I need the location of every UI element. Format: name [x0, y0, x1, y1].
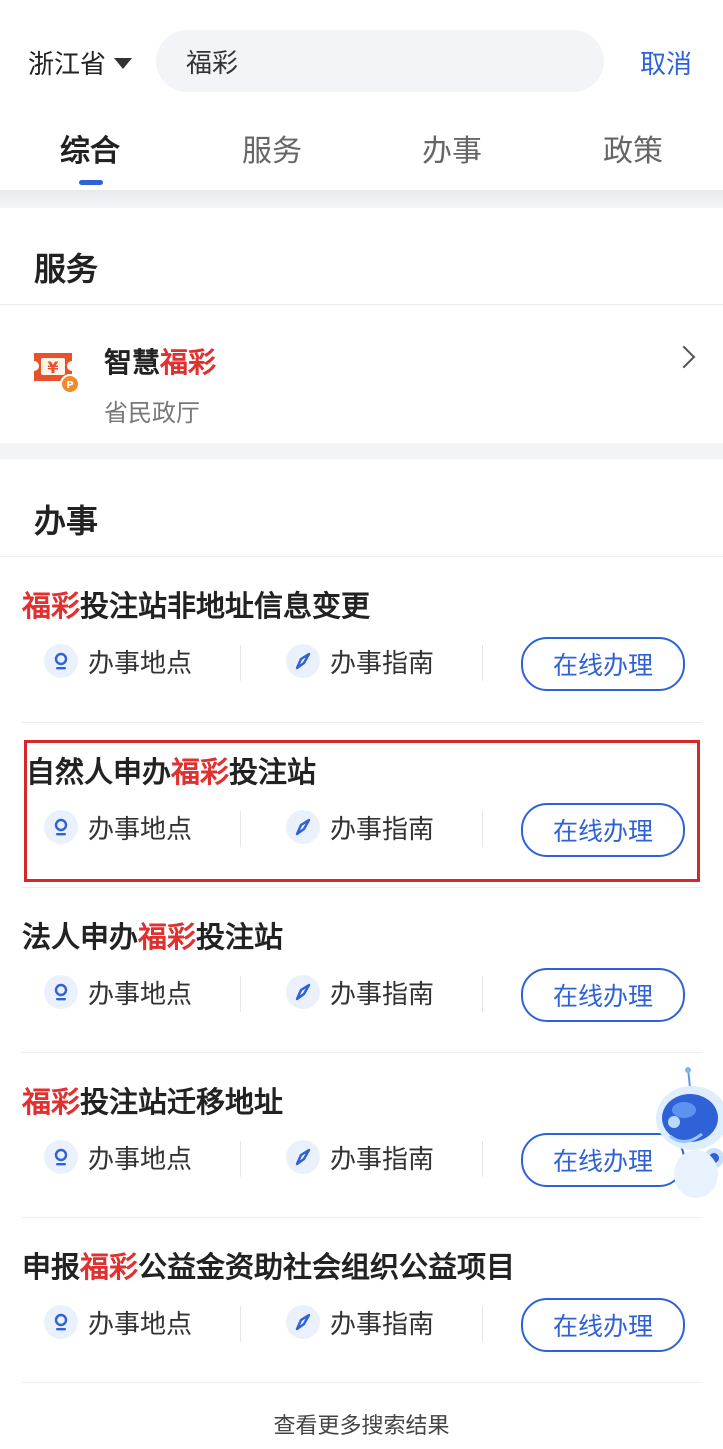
separator: [482, 645, 483, 681]
location-pin-icon: [44, 644, 78, 678]
tab-policy[interactable]: 政策: [603, 126, 663, 170]
assistant-robot-icon[interactable]: [644, 1066, 723, 1206]
guide-link[interactable]: 办事指南: [286, 637, 434, 685]
online-process-button[interactable]: 在线办理: [521, 637, 685, 691]
guide-link[interactable]: 办事指南: [286, 968, 434, 1016]
guide-label: 办事指南: [330, 648, 435, 679]
location-label: 办事地点: [88, 979, 193, 1010]
separator: [240, 1141, 241, 1177]
affair-item[interactable]: 法人申办福彩投注站 办事地点 办事指南 在线办理: [0, 888, 723, 1053]
location-label: 办事地点: [88, 1144, 193, 1175]
chevron-right-icon: [672, 345, 696, 369]
tab-services[interactable]: 服务: [242, 126, 302, 170]
separator: [482, 1141, 483, 1177]
tab-comprehensive[interactable]: 综合: [60, 126, 120, 170]
region-selector[interactable]: 浙江省: [28, 44, 133, 81]
service-item[interactable]: ¥ P 智慧福彩 省民政厅: [0, 305, 723, 443]
service-department: 省民政厅: [104, 399, 200, 427]
separator: [240, 976, 241, 1012]
section-gap: [0, 443, 723, 459]
guide-label: 办事指南: [330, 1144, 435, 1175]
header-shadow: [0, 190, 723, 208]
affair-item[interactable]: 申报福彩公益金资助社会组织公益项目 办事地点 办事指南 在线办理: [0, 1218, 723, 1383]
svg-text:P: P: [66, 380, 73, 391]
service-section-title: 服务: [34, 250, 99, 288]
service-name: 智慧福彩: [104, 341, 216, 381]
keyword-highlight: 福彩: [80, 1250, 139, 1284]
keyword-highlight: 福彩: [138, 920, 197, 954]
svg-text:¥: ¥: [47, 358, 58, 377]
compass-icon: [286, 644, 320, 678]
separator: [240, 1306, 241, 1342]
location-label: 办事地点: [88, 1309, 193, 1340]
guide-label: 办事指南: [330, 979, 435, 1010]
compass-icon: [286, 1305, 320, 1339]
affairs-section-title: 办事: [34, 502, 99, 540]
affair-title: 福彩投注站非地址信息变更: [22, 583, 370, 625]
annotation-highlight-box: [24, 740, 700, 882]
online-process-button[interactable]: 在线办理: [521, 968, 685, 1022]
active-tab-indicator: [79, 180, 103, 185]
compass-icon: [286, 1140, 320, 1174]
location-pin-icon: [44, 1305, 78, 1339]
affair-title-prefix: 申报: [22, 1250, 81, 1284]
affair-item[interactable]: 福彩投注站非地址信息变更 办事地点 办事指南 在线办理: [0, 557, 723, 722]
location-link[interactable]: 办事地点: [44, 637, 192, 685]
affair-title-suffix: 公益金资助社会组织公益项目: [138, 1250, 516, 1284]
caret-down-icon: [114, 58, 133, 69]
keyword-highlight: 福彩: [160, 346, 217, 379]
separator: [240, 645, 241, 681]
top-bar: 浙江省 取消 综合 服务 办事 政策: [0, 0, 723, 190]
guide-link[interactable]: 办事指南: [286, 1298, 434, 1346]
guide-link[interactable]: 办事指南: [286, 1133, 434, 1181]
affair-item[interactable]: 福彩投注站迁移地址 办事地点 办事指南 在线办理: [0, 1053, 723, 1218]
separator: [482, 1306, 483, 1342]
affair-title: 法人申办福彩投注站: [22, 914, 283, 956]
online-process-button[interactable]: 在线办理: [521, 1298, 685, 1352]
location-link[interactable]: 办事地点: [44, 1133, 192, 1181]
compass-icon: [286, 975, 320, 1009]
affair-title-prefix: 法人申办: [22, 920, 139, 954]
affair-title-suffix: 投注站: [196, 920, 284, 954]
region-label: 浙江省: [28, 50, 107, 80]
divider: [22, 1382, 702, 1383]
affair-title-suffix: 投注站非地址信息变更: [80, 589, 371, 623]
keyword-highlight: 福彩: [22, 1085, 81, 1119]
service-name-prefix: 智慧: [104, 346, 161, 379]
affair-title: 申报福彩公益金资助社会组织公益项目: [22, 1244, 515, 1286]
tab-affairs[interactable]: 办事: [422, 126, 482, 170]
cancel-button[interactable]: 取消: [640, 44, 692, 81]
separator: [482, 976, 483, 1012]
location-label: 办事地点: [88, 648, 193, 679]
location-link[interactable]: 办事地点: [44, 968, 192, 1016]
location-pin-icon: [44, 975, 78, 1009]
location-link[interactable]: 办事地点: [44, 1298, 192, 1346]
affair-title-suffix: 投注站迁移地址: [80, 1085, 284, 1119]
lottery-ticket-icon: ¥ P: [32, 347, 80, 395]
affair-title: 福彩投注站迁移地址: [22, 1079, 283, 1121]
keyword-highlight: 福彩: [22, 589, 81, 623]
view-more-results-link[interactable]: 查看更多搜索结果: [0, 1408, 723, 1440]
search-input[interactable]: [156, 30, 586, 92]
tab-bar: 综合 服务 办事 政策: [0, 126, 723, 186]
search-box[interactable]: [156, 30, 604, 92]
location-pin-icon: [44, 1140, 78, 1174]
guide-label: 办事指南: [330, 1309, 435, 1340]
